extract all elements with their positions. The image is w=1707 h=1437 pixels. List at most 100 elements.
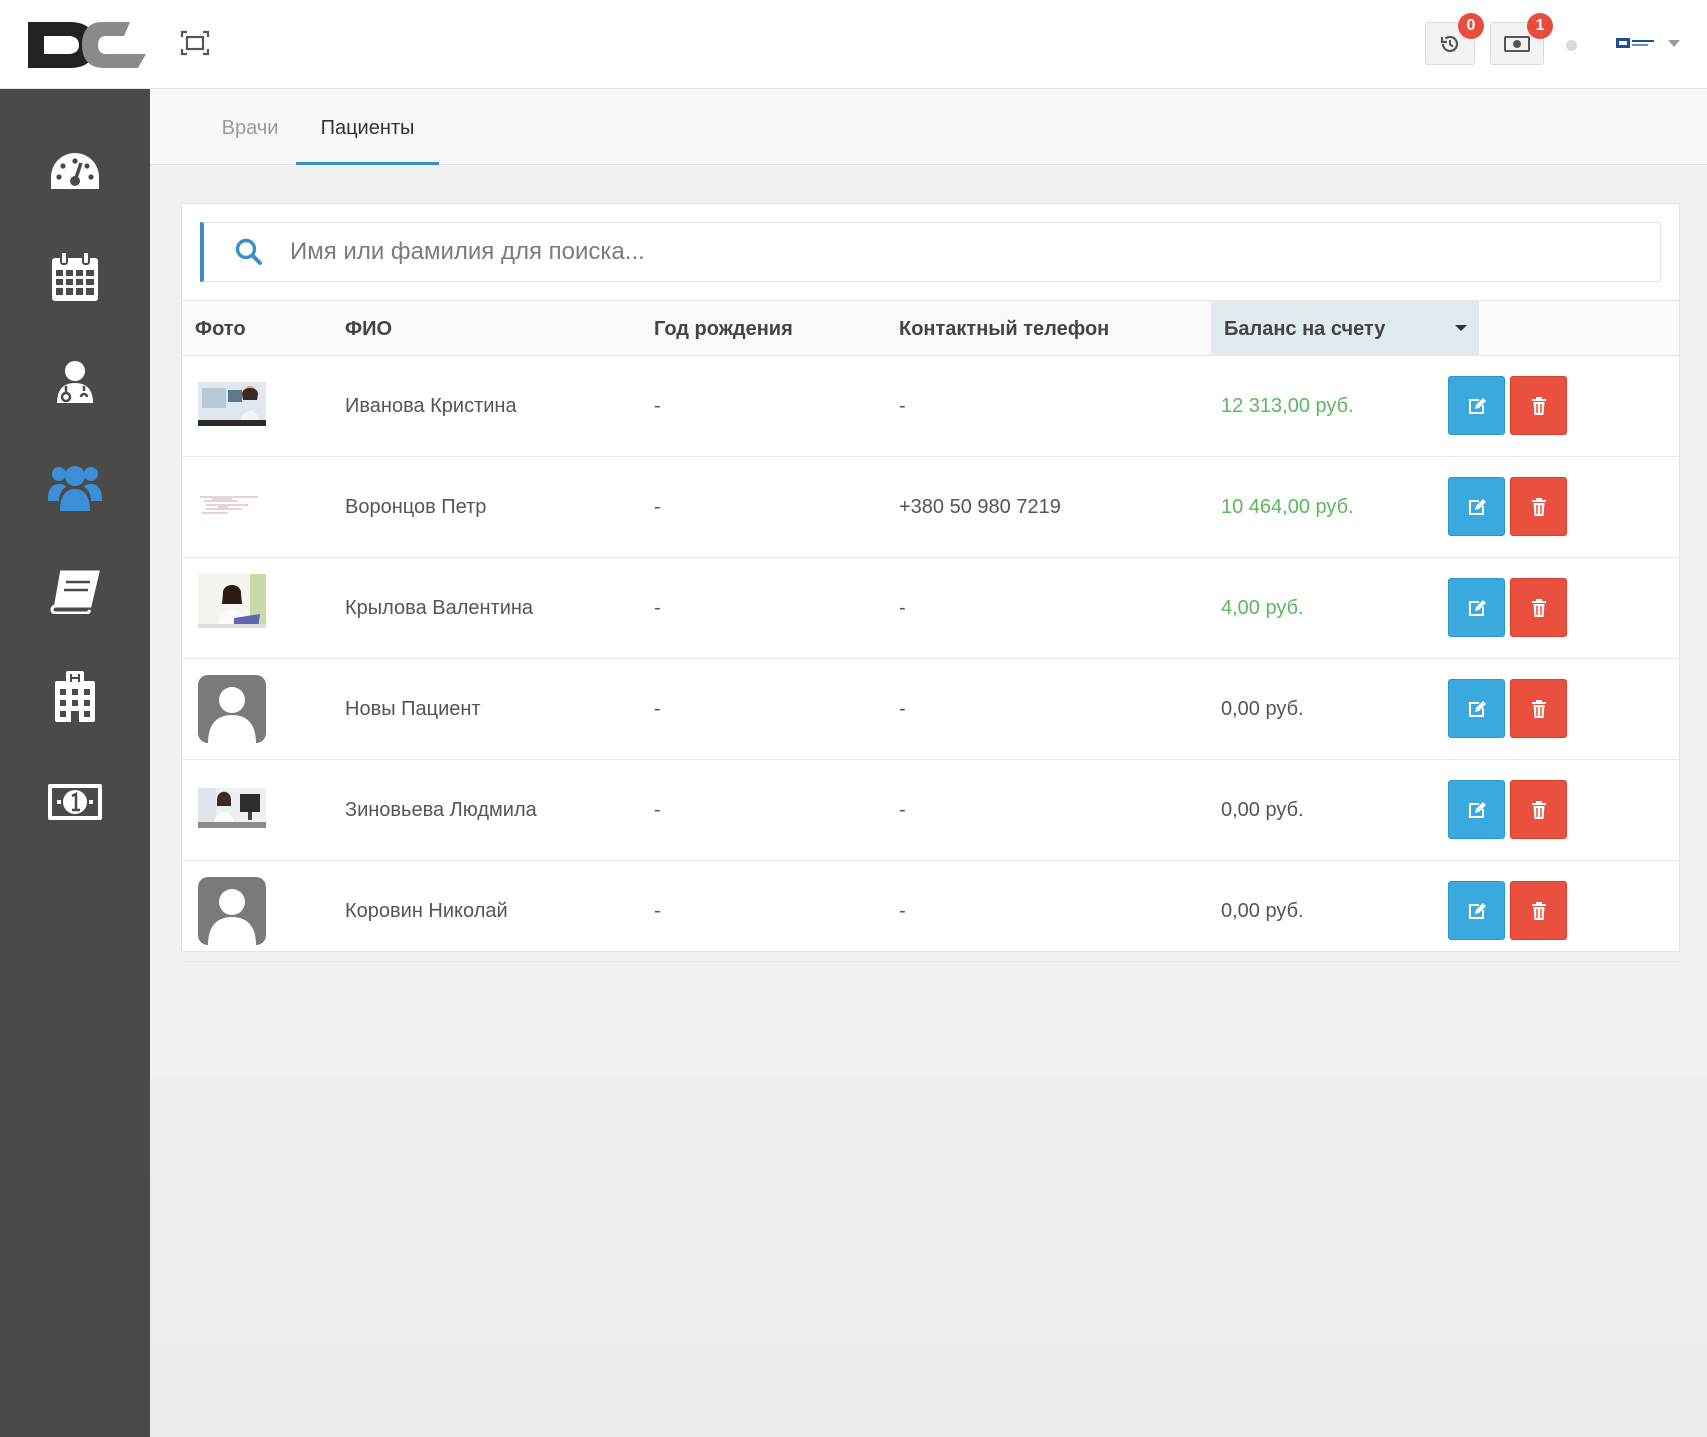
sort-desc-icon xyxy=(1455,325,1467,331)
trash-icon xyxy=(1531,901,1546,920)
top-bar: 0 1 xyxy=(0,0,1707,89)
patient-phone: - xyxy=(899,597,906,619)
fullscreen-icon[interactable] xyxy=(178,28,212,58)
delete-button[interactable] xyxy=(1510,578,1567,637)
patient-name[interactable]: Крылова Валентина xyxy=(345,558,533,658)
sidebar xyxy=(0,89,150,1437)
trash-icon xyxy=(1531,699,1546,718)
search-bar xyxy=(200,222,1661,282)
patient-balance: 0,00 руб. xyxy=(1221,900,1304,922)
patient-birth-year: - xyxy=(654,799,661,821)
edit-icon xyxy=(1468,599,1486,616)
table-row[interactable]: Коровин Николай - - 0,00 руб. xyxy=(182,861,1679,962)
patient-birth-year: - xyxy=(654,698,661,720)
patient-photo xyxy=(198,877,266,945)
tab-patients[interactable]: Пациенты xyxy=(296,89,439,165)
patient-photo xyxy=(198,473,266,541)
edit-button[interactable] xyxy=(1448,477,1505,536)
patient-phone: - xyxy=(899,698,906,720)
main-content: Врачи Пациенты Фото ФИО Год рождения Кон… xyxy=(150,89,1707,1079)
dashboard-icon xyxy=(51,153,99,189)
search-icon xyxy=(235,238,262,265)
user-menu[interactable] xyxy=(1616,30,1688,56)
tab-doctors[interactable]: Врачи xyxy=(190,89,310,165)
edit-button[interactable] xyxy=(1448,780,1505,839)
patient-photo xyxy=(198,372,266,440)
history-icon xyxy=(1440,35,1459,52)
patient-balance: 0,00 руб. xyxy=(1221,799,1304,821)
column-birth-year[interactable]: Год рождения xyxy=(654,301,793,355)
clinic-logo xyxy=(1616,38,1654,48)
money-icon xyxy=(48,784,102,820)
trash-icon xyxy=(1531,497,1546,516)
column-photo[interactable]: Фото xyxy=(195,301,246,355)
patient-photo xyxy=(198,675,266,743)
sidebar-item-calendar[interactable] xyxy=(0,227,150,327)
calendar-icon xyxy=(52,252,98,301)
money-icon xyxy=(1504,35,1530,52)
delete-button[interactable] xyxy=(1510,679,1567,738)
edit-button[interactable] xyxy=(1448,881,1505,940)
patient-name[interactable]: Новы Пациент xyxy=(345,659,481,759)
tab-bar: Врачи Пациенты xyxy=(150,89,1707,165)
delete-button[interactable] xyxy=(1510,780,1567,839)
patient-name[interactable]: Иванова Кристина xyxy=(345,356,517,456)
doctor-icon xyxy=(57,361,93,403)
delete-button[interactable] xyxy=(1510,477,1567,536)
patient-phone: - xyxy=(899,799,906,821)
patient-photo xyxy=(198,574,266,642)
column-balance[interactable]: Баланс на счету xyxy=(1211,301,1479,355)
patient-balance: 0,00 руб. xyxy=(1221,698,1304,720)
table-row[interactable]: Новы Пациент - - 0,00 руб. xyxy=(182,659,1679,760)
edit-icon xyxy=(1468,801,1486,818)
column-phone[interactable]: Контактный телефон xyxy=(899,301,1109,355)
payments-badge: 1 xyxy=(1527,13,1553,39)
patient-phone: +380 50 980 7219 xyxy=(899,496,1061,518)
sidebar-item-dashboard[interactable] xyxy=(0,122,150,222)
edit-button[interactable] xyxy=(1448,578,1505,637)
edit-icon xyxy=(1468,397,1486,414)
patient-balance: 12 313,00 руб. xyxy=(1221,395,1354,417)
patient-name[interactable]: Зиновьева Людмила xyxy=(345,760,537,860)
column-name[interactable]: ФИО xyxy=(345,301,392,355)
delete-button[interactable] xyxy=(1510,881,1567,940)
column-balance-label: Баланс на счету xyxy=(1224,318,1386,340)
patient-birth-year: - xyxy=(654,597,661,619)
table-row[interactable]: Зиновьева Людмила - - 0,00 руб. xyxy=(182,760,1679,861)
patient-birth-year: - xyxy=(654,496,661,518)
patients-icon xyxy=(48,466,102,511)
book-icon xyxy=(50,570,100,614)
trash-icon xyxy=(1531,598,1546,617)
edit-icon xyxy=(1468,902,1486,919)
patient-phone: - xyxy=(899,900,906,922)
history-badge: 0 xyxy=(1458,13,1484,39)
payments-button[interactable]: 1 xyxy=(1490,13,1553,65)
patients-panel: Фото ФИО Год рождения Контактный телефон… xyxy=(181,203,1680,962)
table-row[interactable]: Иванова Кристина - - 12 313,00 руб. xyxy=(182,356,1679,457)
sidebar-item-journal[interactable] xyxy=(0,542,150,642)
patient-photo xyxy=(198,776,266,844)
patient-phone: - xyxy=(899,395,906,417)
sidebar-item-clinic[interactable] xyxy=(0,647,150,747)
patient-balance: 10 464,00 руб. xyxy=(1221,496,1354,518)
delete-button[interactable] xyxy=(1510,376,1567,435)
sidebar-item-doctors[interactable] xyxy=(0,332,150,432)
patient-name[interactable]: Коровин Николай xyxy=(345,861,508,961)
table-row[interactable]: Крылова Валентина - - 4,00 руб. xyxy=(182,558,1679,659)
patient-balance: 4,00 руб. xyxy=(1221,597,1304,619)
app-logo[interactable] xyxy=(26,18,146,72)
edit-button[interactable] xyxy=(1448,679,1505,738)
trash-icon xyxy=(1531,800,1546,819)
patient-birth-year: - xyxy=(654,395,661,417)
table-row[interactable]: Воронцов Петр - +380 50 980 7219 10 464,00 … xyxy=(182,457,1679,558)
search-input[interactable] xyxy=(288,231,1592,273)
trash-icon xyxy=(1531,396,1546,415)
edit-icon xyxy=(1468,498,1486,515)
sidebar-item-patients[interactable] xyxy=(0,437,150,537)
chevron-down-icon xyxy=(1668,39,1680,47)
sidebar-item-finance[interactable] xyxy=(0,752,150,852)
patient-birth-year: - xyxy=(654,900,661,922)
edit-button[interactable] xyxy=(1448,376,1505,435)
patient-name[interactable]: Воронцов Петр xyxy=(345,457,486,557)
history-button[interactable]: 0 xyxy=(1425,13,1484,65)
